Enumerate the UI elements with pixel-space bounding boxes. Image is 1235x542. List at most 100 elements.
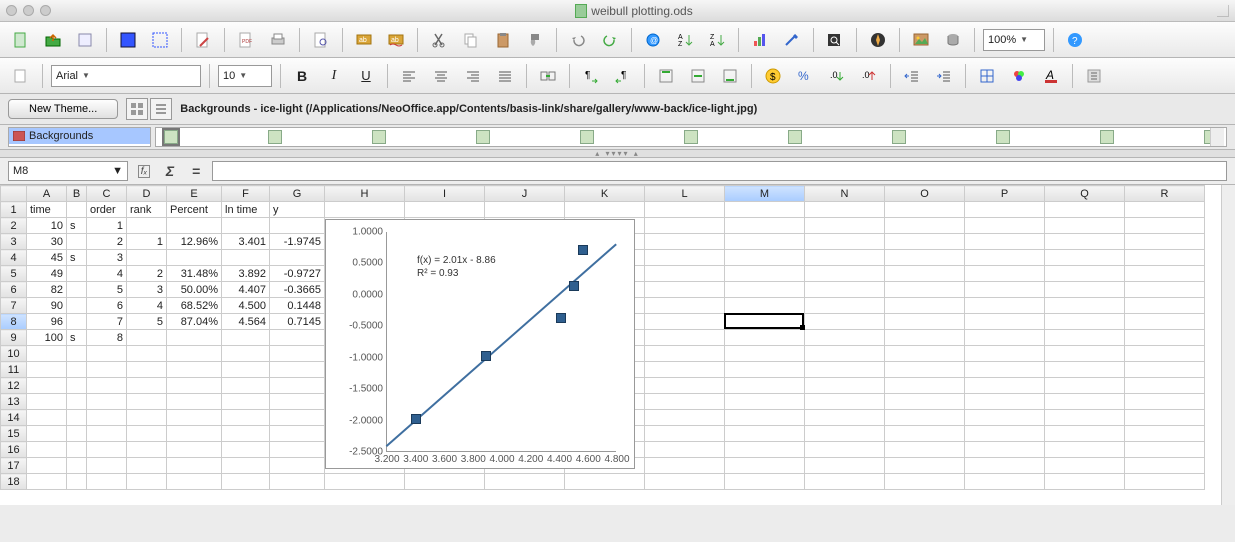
cell-A14[interactable] (27, 410, 67, 426)
cell-R13[interactable] (1125, 394, 1205, 410)
cell-L13[interactable] (645, 394, 725, 410)
cell-O16[interactable] (885, 442, 965, 458)
cell-D4[interactable] (127, 250, 167, 266)
cell-A1[interactable]: time (27, 202, 67, 218)
new-theme-button[interactable]: New Theme... (8, 99, 118, 119)
show-draw-button[interactable] (779, 27, 805, 53)
cell-F17[interactable] (222, 458, 270, 474)
decrease-indent-button[interactable] (899, 63, 925, 89)
gallery-theme-list[interactable]: Backgrounds (8, 127, 151, 147)
cell-G4[interactable] (270, 250, 325, 266)
cell-C1[interactable]: order (87, 202, 127, 218)
cell-M5[interactable] (725, 266, 805, 282)
cell-D11[interactable] (127, 362, 167, 378)
cell-P2[interactable] (965, 218, 1045, 234)
cell-D9[interactable] (127, 330, 167, 346)
export-pdf-button[interactable]: PDF (233, 27, 259, 53)
cell-C15[interactable] (87, 426, 127, 442)
cell-B12[interactable] (67, 378, 87, 394)
cell-F13[interactable] (222, 394, 270, 410)
cell-Q10[interactable] (1045, 346, 1125, 362)
datasources-button[interactable] (940, 27, 966, 53)
cell-E6[interactable]: 50.00% (167, 282, 222, 298)
row-header-7[interactable]: 7 (1, 298, 27, 314)
cell-L11[interactable] (645, 362, 725, 378)
cell-F3[interactable]: 3.401 (222, 234, 270, 250)
cell-L9[interactable] (645, 330, 725, 346)
cell-P4[interactable] (965, 250, 1045, 266)
cell-F5[interactable]: 3.892 (222, 266, 270, 282)
cell-O13[interactable] (885, 394, 965, 410)
styles-button[interactable] (8, 63, 34, 89)
row-header-2[interactable]: 2 (1, 218, 27, 234)
cell-B7[interactable] (67, 298, 87, 314)
borders-button[interactable] (974, 63, 1000, 89)
cell-R5[interactable] (1125, 266, 1205, 282)
cell-E5[interactable]: 31.48% (167, 266, 222, 282)
align-justify-button[interactable] (492, 63, 518, 89)
cell-R4[interactable] (1125, 250, 1205, 266)
cell-L5[interactable] (645, 266, 725, 282)
cell-R10[interactable] (1125, 346, 1205, 362)
cell-C14[interactable] (87, 410, 127, 426)
cell-A18[interactable] (27, 474, 67, 490)
row-header-16[interactable]: 16 (1, 442, 27, 458)
cell-M7[interactable] (725, 298, 805, 314)
cell-O10[interactable] (885, 346, 965, 362)
gallery-thumb[interactable] (1100, 130, 1114, 144)
cell-O6[interactable] (885, 282, 965, 298)
cell-B10[interactable] (67, 346, 87, 362)
align-top-button[interactable] (653, 63, 679, 89)
cell-I18[interactable] (405, 474, 485, 490)
cell-P5[interactable] (965, 266, 1045, 282)
cell-B6[interactable] (67, 282, 87, 298)
cell-C17[interactable] (87, 458, 127, 474)
cell-G10[interactable] (270, 346, 325, 362)
cell-E13[interactable] (167, 394, 222, 410)
copy-button[interactable] (458, 27, 484, 53)
gallery-theme-item[interactable]: Backgrounds (9, 128, 150, 144)
cell-P15[interactable] (965, 426, 1045, 442)
cell-P14[interactable] (965, 410, 1045, 426)
cell-A6[interactable]: 82 (27, 282, 67, 298)
col-header-K[interactable]: K (565, 186, 645, 202)
row-header-10[interactable]: 10 (1, 346, 27, 362)
cell-F4[interactable] (222, 250, 270, 266)
sum-button[interactable]: Σ (160, 161, 180, 181)
cell-B2[interactable]: s (67, 218, 87, 234)
cell-L10[interactable] (645, 346, 725, 362)
cell-R1[interactable] (1125, 202, 1205, 218)
cell-O9[interactable] (885, 330, 965, 346)
cell-R16[interactable] (1125, 442, 1205, 458)
gallery-thumb[interactable] (372, 130, 386, 144)
cell-P7[interactable] (965, 298, 1045, 314)
cell-N3[interactable] (805, 234, 885, 250)
row-header-4[interactable]: 4 (1, 250, 27, 266)
cell-F8[interactable]: 4.564 (222, 314, 270, 330)
cell-C9[interactable]: 8 (87, 330, 127, 346)
cell-A8[interactable]: 96 (27, 314, 67, 330)
cell-C7[interactable]: 6 (87, 298, 127, 314)
cell-J1[interactable] (485, 202, 565, 218)
list-view-button[interactable] (150, 98, 172, 120)
gallery-thumb[interactable] (684, 130, 698, 144)
align-bottom-button[interactable] (717, 63, 743, 89)
font-name-combo[interactable]: Arial▼ (51, 65, 201, 87)
col-header-G[interactable]: G (270, 186, 325, 202)
cell-M10[interactable] (725, 346, 805, 362)
cell-J18[interactable] (485, 474, 565, 490)
cell-F18[interactable] (222, 474, 270, 490)
cell-P13[interactable] (965, 394, 1045, 410)
cell-D6[interactable]: 3 (127, 282, 167, 298)
cell-Q18[interactable] (1045, 474, 1125, 490)
gallery-button[interactable] (908, 27, 934, 53)
cell-R17[interactable] (1125, 458, 1205, 474)
cell-E9[interactable] (167, 330, 222, 346)
italic-button[interactable]: I (321, 63, 347, 89)
align-left-button[interactable] (396, 63, 422, 89)
cell-Q14[interactable] (1045, 410, 1125, 426)
cell-M18[interactable] (725, 474, 805, 490)
cell-F6[interactable]: 4.407 (222, 282, 270, 298)
cell-A10[interactable] (27, 346, 67, 362)
cell-B18[interactable] (67, 474, 87, 490)
